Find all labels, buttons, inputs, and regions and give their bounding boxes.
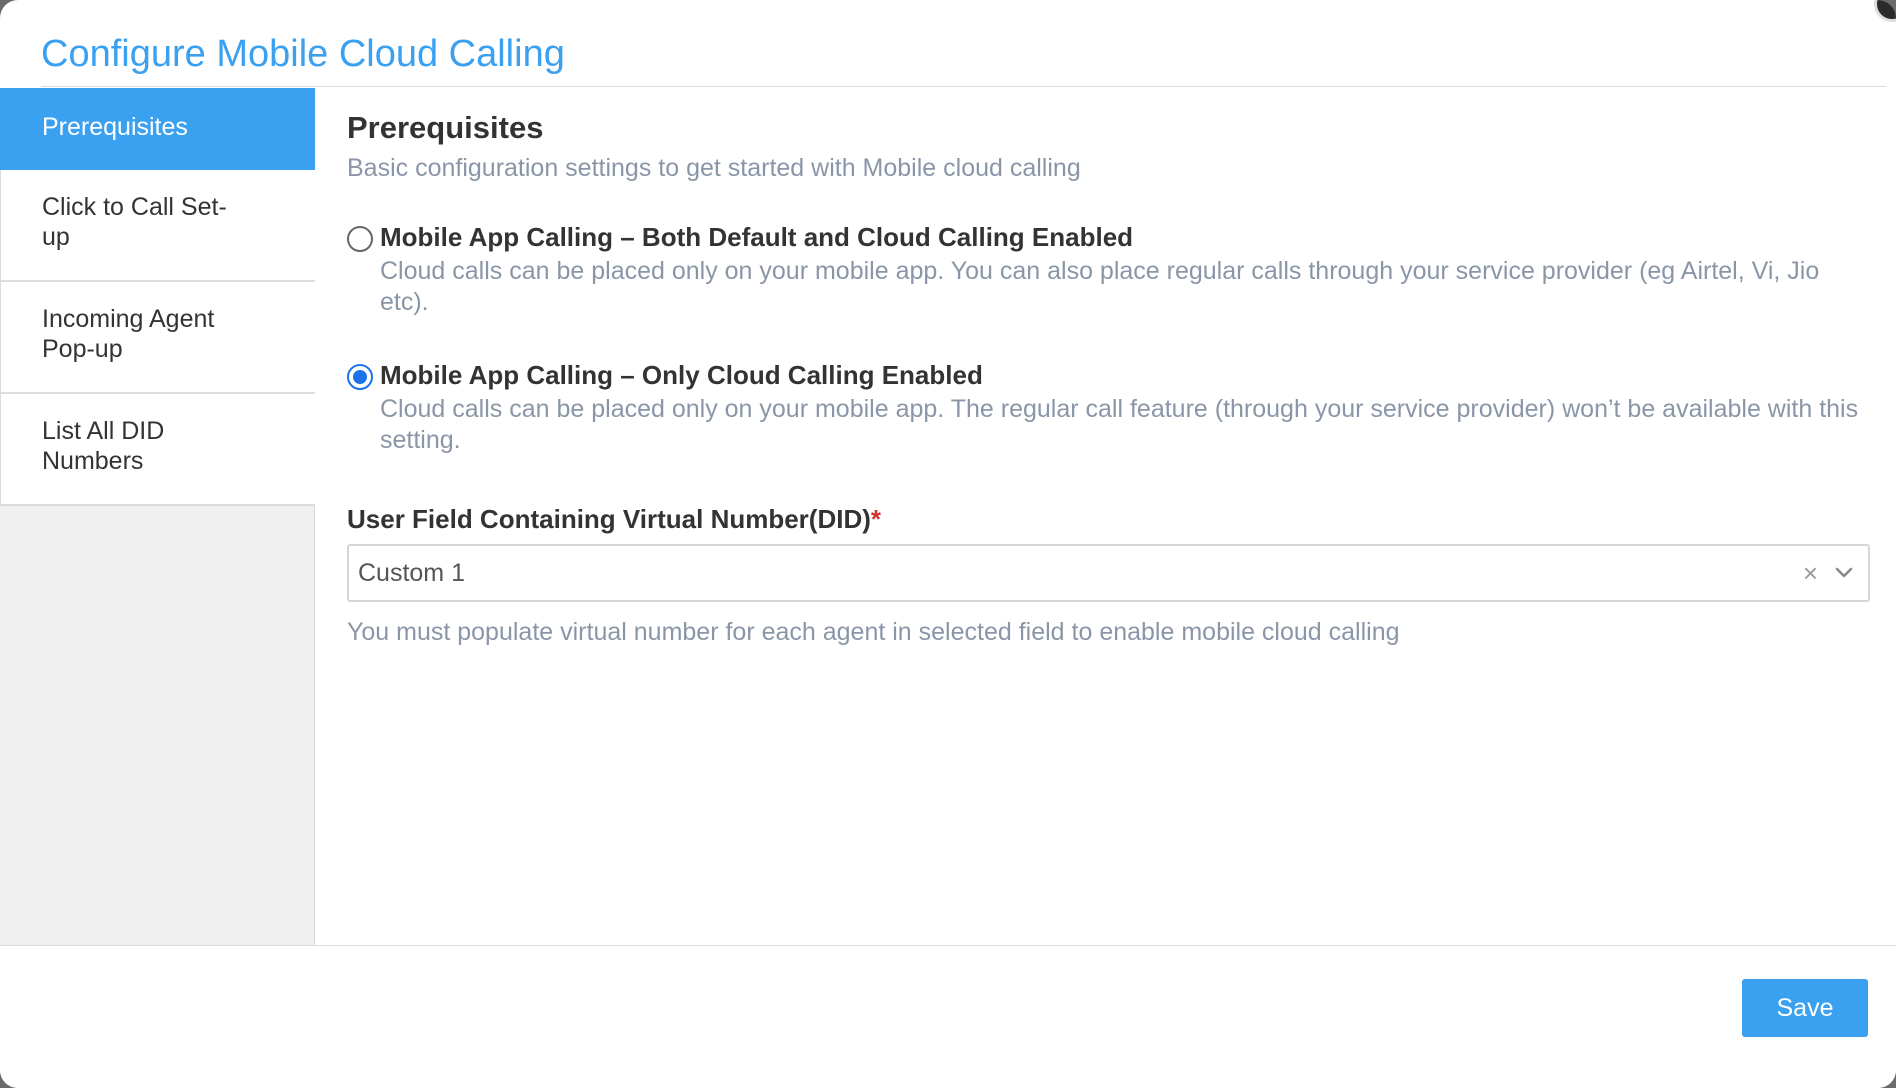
main-content: Prerequisites Basic configuration settin… <box>347 108 1870 648</box>
sidebar-item-list-did-numbers[interactable]: List All DID Numbers <box>0 394 315 506</box>
required-asterisk: * <box>870 504 882 534</box>
sidebar-item-prerequisites[interactable]: Prerequisites <box>0 88 315 170</box>
dialog-header: Configure Mobile Cloud Calling <box>41 28 1886 87</box>
dialog-title: Configure Mobile Cloud Calling <box>41 33 565 75</box>
window-close-dot[interactable] <box>1874 0 1896 22</box>
option-label: Mobile App Calling – Only Cloud Calling … <box>380 360 983 390</box>
radio-both-enabled[interactable] <box>347 226 373 252</box>
configure-dialog: Configure Mobile Cloud Calling Prerequis… <box>0 0 1896 1088</box>
did-field-label-text: User Field Containing Virtual Number(DID… <box>347 504 871 534</box>
option-label: Mobile App Calling – Both Default and Cl… <box>380 222 1134 252</box>
save-button[interactable]: Save <box>1742 979 1868 1037</box>
chevron-down-icon[interactable] <box>1832 560 1856 584</box>
option-both-enabled[interactable]: Mobile App Calling – Both Default and Cl… <box>347 220 1870 318</box>
select-value: Custom 1 <box>358 558 465 587</box>
sidebar: Prerequisites Click to Call Set-up Incom… <box>0 88 315 945</box>
close-icon[interactable]: × <box>1803 558 1818 588</box>
section-title: Prerequisites <box>347 110 544 145</box>
did-field-helper: You must populate virtual number for eac… <box>347 618 1400 646</box>
option-description: Cloud calls can be placed only on your m… <box>380 257 1820 316</box>
section-subtitle: Basic configuration settings to get star… <box>347 154 1081 182</box>
option-description: Cloud calls can be placed only on your m… <box>380 395 1859 454</box>
did-field-select[interactable]: Custom 1 × <box>347 544 1870 602</box>
radio-cloud-only[interactable] <box>347 364 373 390</box>
sidebar-item-incoming-agent-popup[interactable]: Incoming Agent Pop-up <box>0 282 315 394</box>
dialog-footer: Save <box>0 945 1896 1088</box>
sidebar-item-click-to-call[interactable]: Click to Call Set-up <box>0 170 315 282</box>
option-cloud-only[interactable]: Mobile App Calling – Only Cloud Calling … <box>347 358 1870 456</box>
did-field-label: User Field Containing Virtual Number(DID… <box>347 502 1870 536</box>
